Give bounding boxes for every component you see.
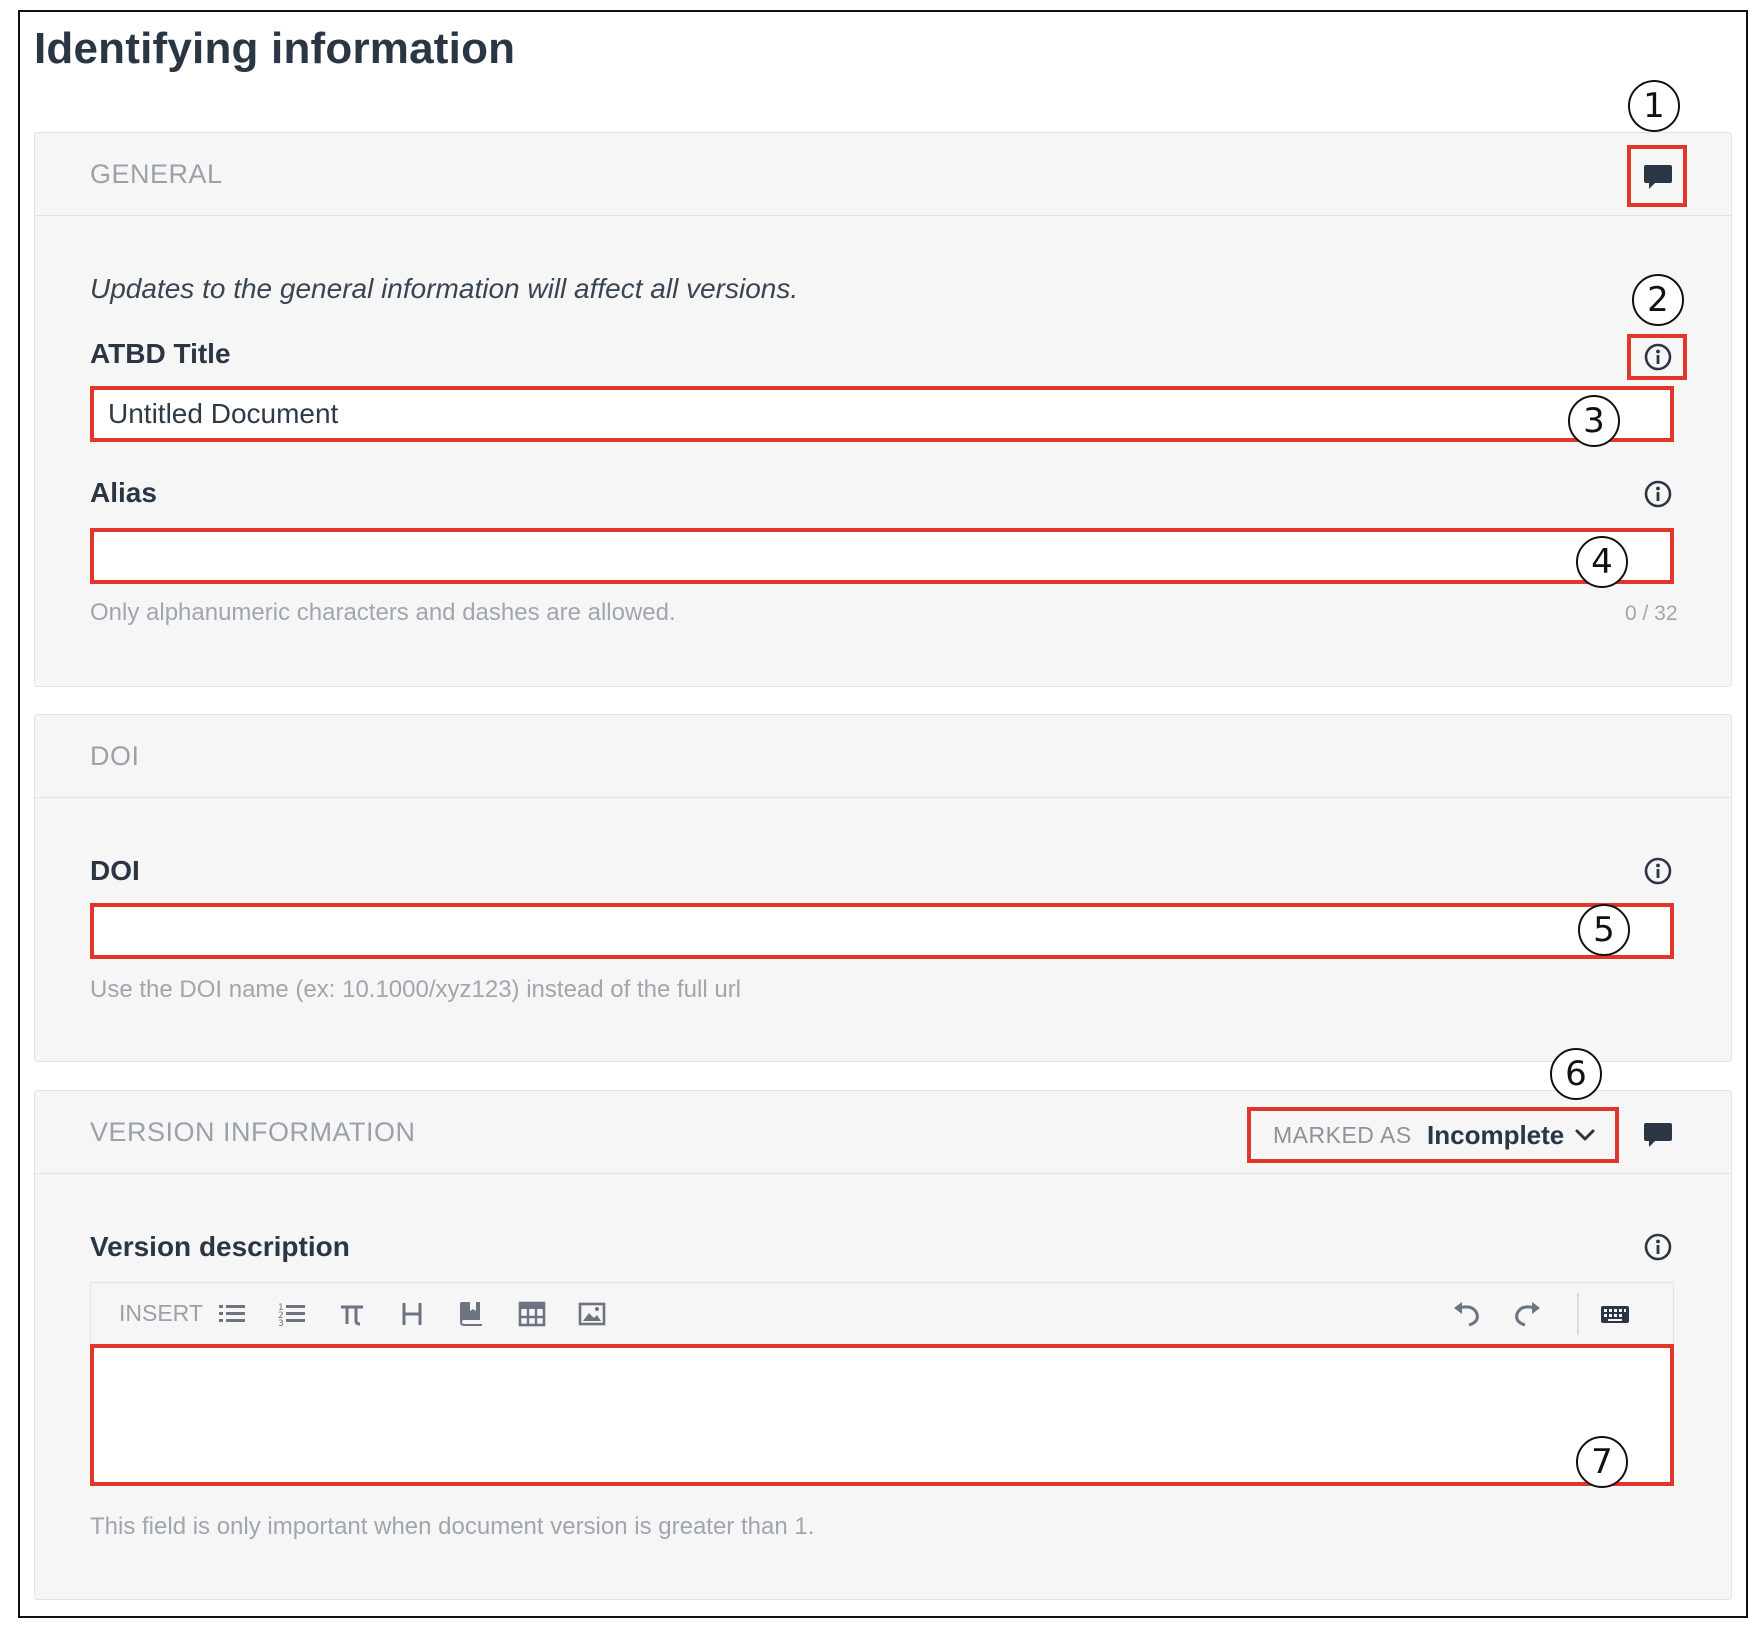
callout-4: 4: [1576, 536, 1628, 588]
callout-6: 6: [1550, 1048, 1602, 1100]
version-info-section: VERSION INFORMATION MARKED AS Incomplete…: [34, 1090, 1732, 1600]
callout-3: 3: [1568, 395, 1620, 447]
heading-icon[interactable]: [396, 1298, 428, 1330]
comment-icon[interactable]: [1643, 163, 1673, 196]
alias-char-counter: 0 / 32: [1625, 602, 1678, 625]
info-icon[interactable]: [1643, 479, 1673, 509]
doi-section-title: DOI: [90, 741, 140, 771]
general-section-title: GENERAL: [90, 159, 223, 189]
info-icon[interactable]: [1643, 342, 1673, 372]
image-icon[interactable]: [576, 1298, 608, 1330]
version-description-label: Version description: [90, 1231, 350, 1262]
version-description-editor[interactable]: [90, 1344, 1674, 1486]
callout-1: 1: [1628, 80, 1680, 132]
reference-book-icon[interactable]: [456, 1298, 488, 1330]
general-section-header: GENERAL: [35, 133, 1731, 216]
general-section: GENERAL Updates to the general informati…: [34, 132, 1732, 687]
chevron-down-icon: [1573, 1123, 1597, 1147]
general-note: Updates to the general information will …: [90, 273, 799, 304]
callout-2: 2: [1632, 274, 1684, 326]
version-description-hint: This field is only important when docume…: [90, 1513, 815, 1540]
info-icon[interactable]: [1643, 1232, 1673, 1262]
comment-icon[interactable]: [1643, 1121, 1673, 1154]
keyboard-shortcuts-icon[interactable]: [1599, 1298, 1631, 1330]
table-icon[interactable]: [516, 1298, 548, 1330]
version-info-section-header: VERSION INFORMATION MARKED AS Incomplete: [35, 1091, 1731, 1174]
status-prefix: MARKED AS: [1273, 1122, 1412, 1148]
doi-input[interactable]: [90, 903, 1674, 959]
redo-icon[interactable]: [1511, 1298, 1543, 1330]
pi-equation-icon[interactable]: [336, 1298, 368, 1330]
alias-label: Alias: [90, 477, 157, 508]
callout-7: 7: [1576, 1436, 1628, 1488]
alias-hint: Only alphanumeric characters and dashes …: [90, 599, 676, 626]
editor-toolbar: INSERT 123: [90, 1282, 1674, 1344]
bulleted-list-icon[interactable]: [216, 1298, 248, 1330]
atbd-title-input[interactable]: [90, 386, 1674, 442]
info-icon[interactable]: [1643, 856, 1673, 886]
status-dropdown[interactable]: MARKED AS Incomplete: [1247, 1107, 1619, 1163]
svg-text:3: 3: [278, 1319, 284, 1329]
doi-label: DOI: [90, 855, 140, 886]
doi-hint: Use the DOI name (ex: 10.1000/xyz123) in…: [90, 976, 742, 1003]
callout-5: 5: [1578, 904, 1630, 956]
undo-icon[interactable]: [1451, 1298, 1483, 1330]
version-info-section-title: VERSION INFORMATION: [90, 1117, 416, 1147]
toolbar-divider: [1577, 1293, 1579, 1335]
numbered-list-icon[interactable]: 123: [276, 1298, 308, 1330]
doi-section-header: DOI: [35, 715, 1731, 798]
doi-section: DOI DOI Use the DOI name (ex: 10.1000/xy…: [34, 714, 1732, 1062]
page-title: Identifying information: [34, 24, 516, 73]
atbd-title-label: ATBD Title: [90, 338, 231, 369]
alias-input[interactable]: [90, 528, 1674, 584]
toolbar-insert-label: INSERT: [119, 1300, 203, 1326]
status-value: Incomplete: [1427, 1120, 1565, 1150]
